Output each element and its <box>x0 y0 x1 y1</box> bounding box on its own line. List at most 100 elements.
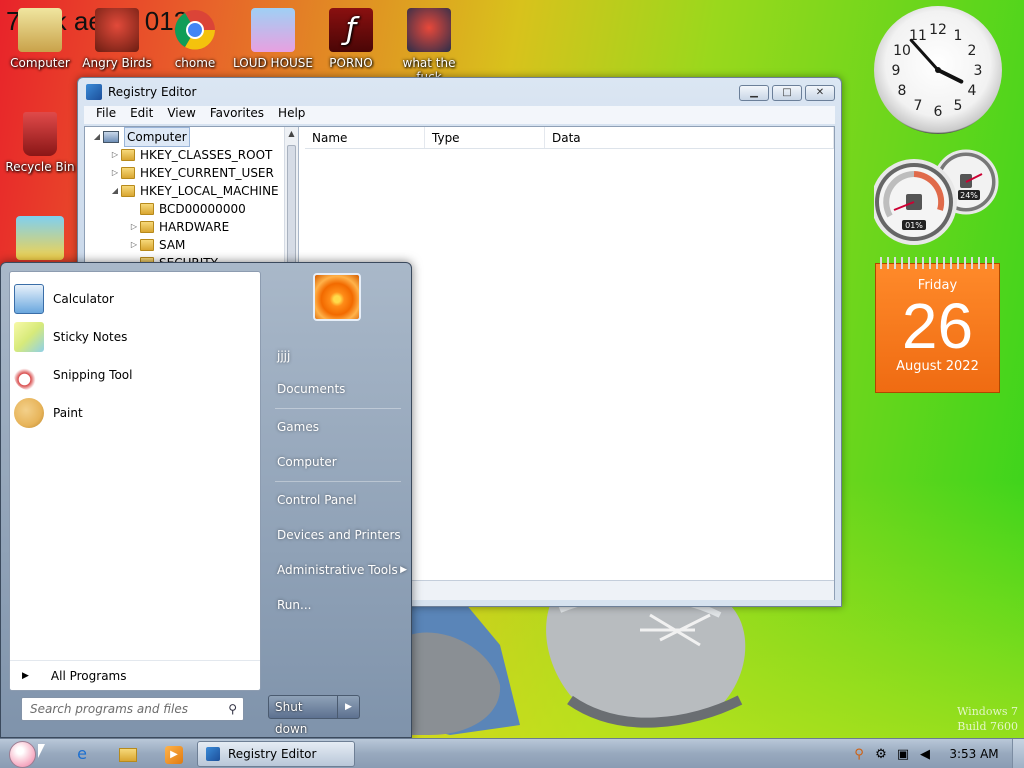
desktop-icon-folder[interactable] <box>0 216 80 264</box>
scroll-thumb[interactable] <box>287 145 296 265</box>
collapse-arrow-icon[interactable]: ◢ <box>91 128 103 146</box>
link-user-folder[interactable]: jjjj <box>277 342 407 370</box>
desktop-icon-what-the-fuck[interactable]: what the fuck <box>389 8 469 84</box>
system-tray: ⚲ ⚙ ▣ ◀ 3:53 AM <box>848 739 1024 768</box>
chrome-icon <box>175 10 215 50</box>
internet-explorer-icon[interactable]: e <box>62 742 102 766</box>
menu-bar: File Edit View Favorites Help <box>84 106 835 124</box>
start-button[interactable] <box>6 740 45 768</box>
maximize-button[interactable]: □ <box>772 85 802 101</box>
collapse-arrow-icon[interactable]: ◢ <box>109 182 121 200</box>
media-player-icon[interactable]: ▶ <box>154 742 194 766</box>
program-paint[interactable]: Paint <box>14 395 258 431</box>
program-label: Sticky Notes <box>53 330 128 344</box>
link-computer[interactable]: Computer <box>277 448 407 476</box>
angry-birds-space-icon <box>407 8 451 52</box>
user-avatar[interactable] <box>313 273 361 321</box>
paint-icon <box>14 398 44 428</box>
network-icon[interactable]: ▣ <box>892 747 914 762</box>
desktop-icon-loud-house[interactable]: LOUD HOUSE <box>233 8 313 70</box>
svg-text:5: 5 <box>954 98 963 114</box>
title-bar[interactable]: Registry Editor <box>78 78 841 106</box>
desktop-icon-porno[interactable]: ƒ PORNO <box>311 8 391 70</box>
calendar-gadget[interactable]: Friday 26 August 2022 <box>875 257 1000 393</box>
tree-node-label: BCD00000000 <box>159 202 246 216</box>
link-control-panel[interactable]: Control Panel <box>277 486 407 514</box>
search-icon[interactable]: ⚲ <box>228 698 237 720</box>
window-title: Registry Editor <box>108 85 197 99</box>
taskbar-clock[interactable]: 3:53 AM <box>936 747 1012 761</box>
desktop-icon-label: Computer <box>10 56 70 70</box>
folder-icon <box>121 167 135 179</box>
svg-text:10: 10 <box>893 43 911 59</box>
scroll-up-arrow-icon[interactable]: ▲ <box>285 127 298 141</box>
link-games[interactable]: Games <box>277 413 407 441</box>
link-administrative-tools[interactable]: Administrative Tools ▶ <box>277 556 407 584</box>
clock-gadget[interactable]: 12 1 2 345 678 9 10 11 <box>874 6 1002 134</box>
desktop-icon-label: LOUD HOUSE <box>233 56 313 70</box>
svg-text:7: 7 <box>914 98 923 114</box>
close-button[interactable]: ✕ <box>805 85 835 101</box>
desktop-icon-recycle-bin[interactable]: Recycle Bin <box>0 112 80 174</box>
network-sharing-icon[interactable]: ⚙ <box>870 747 892 762</box>
taskbar-task-label: Registry Editor <box>228 747 317 761</box>
tree-node-hkcr[interactable]: ▷ HKEY_CLASSES_ROOT <box>109 146 272 164</box>
chevron-right-icon: ▶ <box>22 670 29 681</box>
column-header-name[interactable]: Name <box>305 127 425 148</box>
menu-edit[interactable]: Edit <box>130 106 153 124</box>
folder-icon <box>140 239 154 251</box>
windows-explorer-icon[interactable] <box>108 742 148 766</box>
search-tray-icon[interactable]: ⚲ <box>848 747 870 762</box>
minimize-button[interactable]: ▁ <box>739 85 769 101</box>
tree-node-hardware[interactable]: ▷ HARDWARE <box>128 218 229 236</box>
program-snipping-tool[interactable]: Snipping Tool <box>14 357 258 393</box>
desktop-icon-chrome[interactable]: chome <box>155 8 235 70</box>
desktop-icon-label: PORNO <box>329 56 373 70</box>
desktop-icon-label: chome <box>174 56 216 70</box>
tree-node-hklm[interactable]: ◢ HKEY_LOCAL_MACHINE <box>109 182 279 200</box>
link-documents[interactable]: Documents <box>277 375 407 403</box>
expand-arrow-icon[interactable]: ▷ <box>128 218 140 236</box>
loud-house-icon <box>251 8 295 52</box>
tree-node-bcd[interactable]: BCD00000000 <box>128 200 246 218</box>
shutdown-button[interactable]: Shut down <box>268 695 338 736</box>
shutdown-group: Shut down ▶ <box>268 695 360 736</box>
cpu-meter-gadget[interactable]: 01% 24% <box>871 148 1002 248</box>
window-controls: ▁ □ ✕ <box>739 85 835 101</box>
expand-arrow-icon[interactable]: ▷ <box>128 236 140 254</box>
menu-favorites[interactable]: Favorites <box>210 106 264 124</box>
show-desktop-button[interactable] <box>1012 739 1024 768</box>
calculator-icon <box>14 284 44 314</box>
desktop-icon-angry-birds[interactable]: Angry Birds <box>77 8 157 70</box>
desktop-icon-computer[interactable]: Computer <box>0 8 80 70</box>
snipping-tool-icon <box>14 360 44 390</box>
tree-node-sam[interactable]: ▷ SAM <box>128 236 185 254</box>
column-header-type[interactable]: Type <box>425 127 545 148</box>
menu-help[interactable]: Help <box>278 106 305 124</box>
tree-node-hkcu[interactable]: ▷ HKEY_CURRENT_USER <box>109 164 274 182</box>
svg-text:9: 9 <box>892 63 901 79</box>
link-run[interactable]: Run... <box>277 591 407 619</box>
volume-icon[interactable]: ◀ <box>914 747 936 762</box>
start-menu-links-panel: jjjj Documents Games Computer Control Pa… <box>263 263 411 733</box>
column-header-data[interactable]: Data <box>545 127 834 148</box>
link-devices-and-printers[interactable]: Devices and Printers <box>277 521 407 549</box>
menu-file[interactable]: File <box>96 106 116 124</box>
expand-arrow-icon[interactable]: ▷ <box>109 164 121 182</box>
registry-editor-icon <box>206 747 220 761</box>
registry-editor-icon <box>86 84 102 100</box>
start-search-input[interactable]: Search programs and files ⚲ <box>21 697 244 721</box>
program-sticky-notes[interactable]: Sticky Notes <box>14 319 258 355</box>
minute-hand <box>909 38 940 72</box>
start-menu-programs-panel: Calculator Sticky Notes Snipping Tool Pa… <box>9 271 261 691</box>
program-calculator[interactable]: Calculator <box>14 281 258 317</box>
tree-node-computer[interactable]: ◢ Computer <box>91 127 190 147</box>
clock-face: 12 12 345 678 91011 <box>892 22 983 120</box>
menu-view[interactable]: View <box>167 106 195 124</box>
all-programs-label: All Programs <box>50 668 127 683</box>
all-programs-button[interactable]: ▶ All Programs <box>10 660 260 690</box>
taskbar-registry-editor[interactable]: Registry Editor <box>197 741 355 767</box>
svg-text:12: 12 <box>929 22 947 38</box>
expand-arrow-icon[interactable]: ▷ <box>109 146 121 164</box>
shutdown-options-arrow-icon[interactable]: ▶ <box>338 695 360 719</box>
